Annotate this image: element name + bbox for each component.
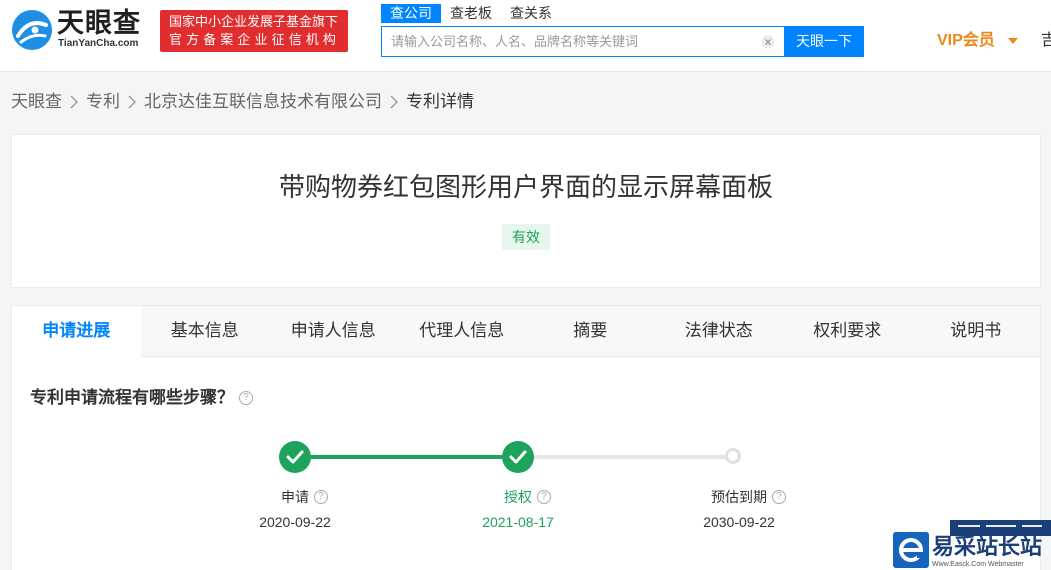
logo-domain: TianYanCha.com	[58, 38, 139, 49]
timeline-line-pending	[518, 455, 733, 459]
user-menu-label: 吉	[1041, 32, 1051, 49]
clear-icon[interactable]	[761, 35, 775, 49]
watermark-name: 易采站长站	[932, 534, 1043, 559]
gov-badge: 国家中小企业发展子基金旗下 官方备案企业征信机构	[160, 10, 348, 52]
user-menu[interactable]: 吉	[1041, 31, 1051, 51]
status-badge: 有效	[502, 224, 550, 250]
search-tab-boss[interactable]: 查老板	[450, 4, 492, 23]
tianyancha-logo-icon	[12, 10, 52, 50]
step-label: 预估到期	[711, 487, 786, 507]
timeline-line-completed	[295, 455, 518, 459]
help-icon[interactable]	[314, 490, 328, 504]
breadcrumb: 天眼查 专利 北京达佳互联信息技术有限公司 专利详情	[11, 90, 474, 114]
step-label-row: 授权	[438, 487, 598, 507]
step-label: 申请	[281, 487, 328, 507]
step-date: 2020-09-22	[259, 514, 331, 530]
search-box	[381, 26, 784, 57]
tab-application-progress[interactable]: 申请进展	[12, 306, 141, 357]
breadcrumb-home[interactable]: 天眼查	[11, 90, 62, 114]
search-button[interactable]: 天眼一下	[784, 26, 864, 57]
check-icon	[286, 450, 304, 464]
vip-member-link[interactable]: VIP会员	[937, 30, 995, 52]
step-label: 授权	[504, 487, 551, 507]
search-tab-company[interactable]: 查公司	[381, 4, 441, 23]
check-icon	[509, 450, 527, 464]
chevron-right-icon	[128, 95, 136, 109]
timeline-node-apply	[279, 441, 311, 473]
search-tab-relation[interactable]: 查关系	[510, 4, 552, 23]
breadcrumb-current: 专利详情	[406, 92, 474, 111]
detail-tabbar: 申请进展 基本信息 申请人信息 代理人信息 摘要 法律状态 权利要求 说明书	[12, 306, 1040, 357]
site-logo[interactable]: 天眼查 TianYanCha.com	[0, 0, 150, 60]
chevron-right-icon	[390, 95, 398, 109]
watermark-subtitle: Www.Easck.Com Webmaster	[932, 561, 1024, 568]
step-label-text: 预估到期	[711, 489, 767, 505]
step-label-text: 授权	[504, 489, 532, 505]
tab-abstract[interactable]: 摘要	[526, 306, 655, 357]
step-label-text: 申请	[281, 489, 309, 505]
site-watermark: 易采站长站 Www.Easck.Com Webmaster	[892, 518, 1051, 570]
timeline-node-expiry	[725, 448, 741, 464]
timeline-node-grant	[502, 441, 534, 473]
tab-agent-info[interactable]: 代理人信息	[398, 306, 527, 357]
tab-basic-info[interactable]: 基本信息	[141, 306, 270, 357]
logo-name: 天眼查	[57, 8, 141, 38]
patent-detail-card: 申请进展 基本信息 申请人信息 代理人信息 摘要 法律状态 权利要求 说明书 专…	[11, 305, 1041, 570]
top-header: 天眼查 TianYanCha.com 国家中小企业发展子基金旗下 官方备案企业征…	[0, 0, 1051, 72]
step-date: 2030-09-22	[703, 514, 775, 530]
tab-claims[interactable]: 权利要求	[783, 306, 912, 357]
gov-badge-line2: 官方备案企业征信机构	[169, 32, 341, 47]
search-input[interactable]	[382, 27, 752, 56]
gov-badge-line1: 国家中小企业发展子基金旗下	[169, 14, 339, 29]
patent-title-card: 带购物券红包图形用户界面的显示屏幕面板 有效	[11, 134, 1041, 288]
progress-heading: 专利申请流程有哪些步骤？	[30, 386, 253, 410]
breadcrumb-patent[interactable]: 专利	[86, 90, 120, 114]
tab-description[interactable]: 说明书	[912, 306, 1041, 357]
caret-down-icon[interactable]	[1008, 38, 1018, 44]
help-icon[interactable]	[239, 391, 253, 405]
tab-applicant-info[interactable]: 申请人信息	[269, 306, 398, 357]
step-label-row: 预估到期	[659, 487, 819, 507]
watermark-logo-icon	[893, 532, 929, 568]
tab-legal-status[interactable]: 法律状态	[655, 306, 784, 357]
progress-heading-text: 专利申请流程有哪些步骤？	[30, 388, 234, 407]
help-icon[interactable]	[772, 490, 786, 504]
step-date: 2021-08-17	[482, 514, 554, 530]
help-icon[interactable]	[537, 490, 551, 504]
patent-title: 带购物券红包图形用户界面的显示屏幕面板	[278, 172, 773, 202]
chevron-right-icon	[70, 95, 78, 109]
breadcrumb-company[interactable]: 北京达佳互联信息技术有限公司	[144, 90, 382, 114]
step-label-row: 申请	[215, 487, 375, 507]
